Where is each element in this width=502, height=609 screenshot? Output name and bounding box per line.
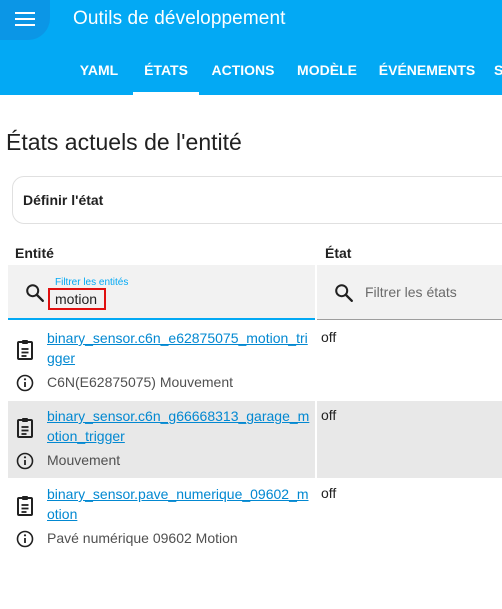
info-icon[interactable]	[16, 374, 34, 392]
entity-id-link[interactable]: binary_sensor.c6n_e62875075_motion_trigg…	[47, 328, 310, 368]
entity-friendly-name: Pavé numérique 09602 Motion	[47, 530, 238, 546]
app-toolbar: Outils de développement YAML ÉTATS ACTIO…	[0, 0, 502, 95]
copy-clipboard-icon[interactable]	[16, 339, 36, 361]
entity-friendly-name: C6N(E62875075) Mouvement	[47, 374, 233, 390]
copy-clipboard-icon[interactable]	[16, 495, 36, 517]
state-filter-input[interactable]: Filtrer les états	[365, 284, 457, 300]
tab-template[interactable]: MODÈLE	[292, 50, 362, 95]
entity-state: off	[321, 407, 337, 423]
column-divider	[315, 401, 317, 478]
table-row: binary_sensor.c6n_e62875075_motion_trigg…	[8, 323, 502, 400]
tab-yaml[interactable]: YAML	[73, 50, 125, 95]
set-state-label: Définir l'état	[23, 192, 104, 208]
set-state-panel[interactable]: Définir l'état	[12, 176, 502, 224]
column-divider	[315, 323, 317, 400]
tab-statistics[interactable]: S	[494, 50, 502, 95]
tab-events[interactable]: ÉVÉNEMENTS	[374, 50, 480, 95]
entity-filter-label: Filtrer les entités	[55, 277, 129, 288]
search-icon	[26, 284, 44, 302]
entity-column-header: Entité	[15, 245, 54, 261]
copy-clipboard-icon[interactable]	[16, 417, 36, 439]
hamburger-menu-icon[interactable]	[0, 0, 50, 40]
tab-bar: YAML ÉTATS ACTIONS MODÈLE ÉVÉNEMENTS S	[0, 50, 502, 95]
table-row: binary_sensor.c6n_g66668313_garage_motio…	[8, 401, 502, 478]
tab-actions[interactable]: ACTIONS	[207, 50, 279, 95]
entity-state: off	[321, 329, 337, 345]
entity-filter-field[interactable]: Filtrer les entités motion	[8, 265, 315, 320]
section-title: États actuels de l'entité	[6, 129, 242, 155]
entity-state: off	[321, 485, 337, 501]
search-icon	[335, 284, 353, 302]
tab-states[interactable]: ÉTATS	[133, 50, 199, 95]
info-icon[interactable]	[16, 452, 34, 470]
info-icon[interactable]	[16, 530, 34, 548]
table-row: binary_sensor.pave_numerique_09602_motio…	[8, 479, 502, 556]
state-column-header: État	[325, 245, 352, 261]
entity-filter-input[interactable]: motion	[48, 288, 106, 310]
state-filter-field[interactable]: Filtrer les états	[317, 265, 502, 320]
page-title: Outils de développement	[73, 8, 286, 29]
entity-id-link[interactable]: binary_sensor.c6n_g66668313_garage_motio…	[47, 406, 310, 446]
column-divider	[315, 479, 317, 556]
entity-friendly-name: Mouvement	[47, 452, 121, 468]
entity-id-link[interactable]: binary_sensor.pave_numerique_09602_motio…	[47, 484, 310, 524]
